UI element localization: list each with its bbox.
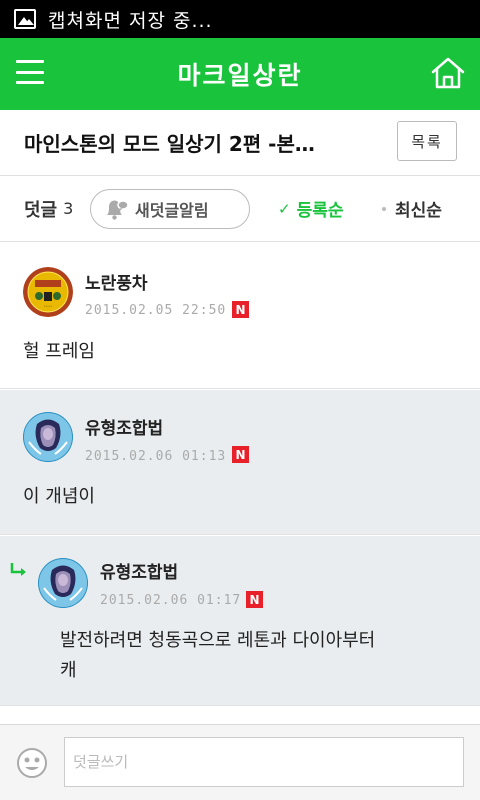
comment-input[interactable] — [64, 737, 464, 787]
comment-input-bar — [0, 724, 480, 800]
comment-date: 2015.02.06 01:17 — [100, 593, 242, 608]
app-title: 마크일상란 — [177, 61, 303, 90]
comment-sort-bar: 덧글 3 새덧글알림 ✓ 등록순 최신순 — [0, 176, 480, 242]
svg-text:•••••: ••••• — [44, 304, 53, 308]
comment-body-line: 발전하려면 청동곡으로 레톤과 다이아부터 — [60, 630, 376, 651]
status-bar: 캡쳐화면 저장 중... — [0, 0, 480, 38]
app-bar: 마크일상란 — [0, 38, 480, 110]
list-button[interactable]: 목록 — [397, 121, 457, 161]
new-badge: N — [232, 301, 249, 318]
comment-author[interactable]: 노란풍차 — [85, 269, 148, 294]
comment-count: 3 — [63, 199, 74, 218]
post-title[interactable]: 마인스톤의 모드 일상기 2편 -본… — [24, 128, 380, 157]
avatar[interactable] — [23, 412, 73, 462]
comment-date: 2015.02.06 01:13 — [85, 449, 227, 464]
status-text: 캡쳐화면 저장 중... — [48, 9, 213, 32]
image-icon — [14, 9, 36, 29]
post-header: 마인스톤의 모드 일상기 2편 -본… 목록 — [0, 110, 480, 176]
new-badge: N — [246, 591, 263, 608]
comment-author[interactable]: 유형조합법 — [100, 558, 178, 583]
comment-item: 유형조합법 2015.02.06 01:13 N 이 개념이 — [0, 390, 480, 535]
comment-body: 헐 프레임 — [23, 341, 95, 362]
reply-arrow-icon — [10, 563, 26, 576]
sort-latest-option[interactable]: 최신순 — [382, 196, 442, 221]
alarm-label: 새덧글알림 — [135, 201, 209, 220]
avatar[interactable]: ••••• — [23, 267, 73, 317]
comment-author[interactable]: 유형조합법 — [85, 414, 163, 439]
sort-registered-label: 등록순 — [296, 201, 344, 221]
comment-count-label: 덧글 — [24, 199, 58, 221]
new-badge: N — [232, 446, 249, 463]
comment-body: 이 개념이 — [23, 486, 95, 507]
reply-item: 유형조합법 2015.02.06 01:17 N 발전하려면 청동곡으로 레톤과… — [0, 536, 480, 706]
comment-body: 발전하려면 청동곡으로 레톤과 다이아부터 캐 — [60, 626, 375, 686]
comment-body-line: 캐 — [60, 660, 77, 681]
avatar[interactable] — [38, 558, 88, 608]
comment-item: ••••• 노란풍차 2015.02.05 22:50 N 헐 프레임 — [0, 243, 480, 389]
bell-icon — [107, 200, 129, 220]
sort-latest-label: 최신순 — [395, 201, 442, 221]
dot-icon — [382, 206, 386, 211]
sort-registered-option[interactable]: ✓ 등록순 — [278, 196, 344, 222]
emoji-icon[interactable] — [16, 747, 48, 779]
comment-date: 2015.02.05 22:50 — [85, 303, 227, 318]
home-icon[interactable] — [430, 56, 466, 90]
check-icon: ✓ — [278, 199, 291, 218]
new-comment-alarm-button[interactable]: 새덧글알림 — [90, 189, 250, 229]
menu-icon[interactable] — [16, 60, 44, 84]
